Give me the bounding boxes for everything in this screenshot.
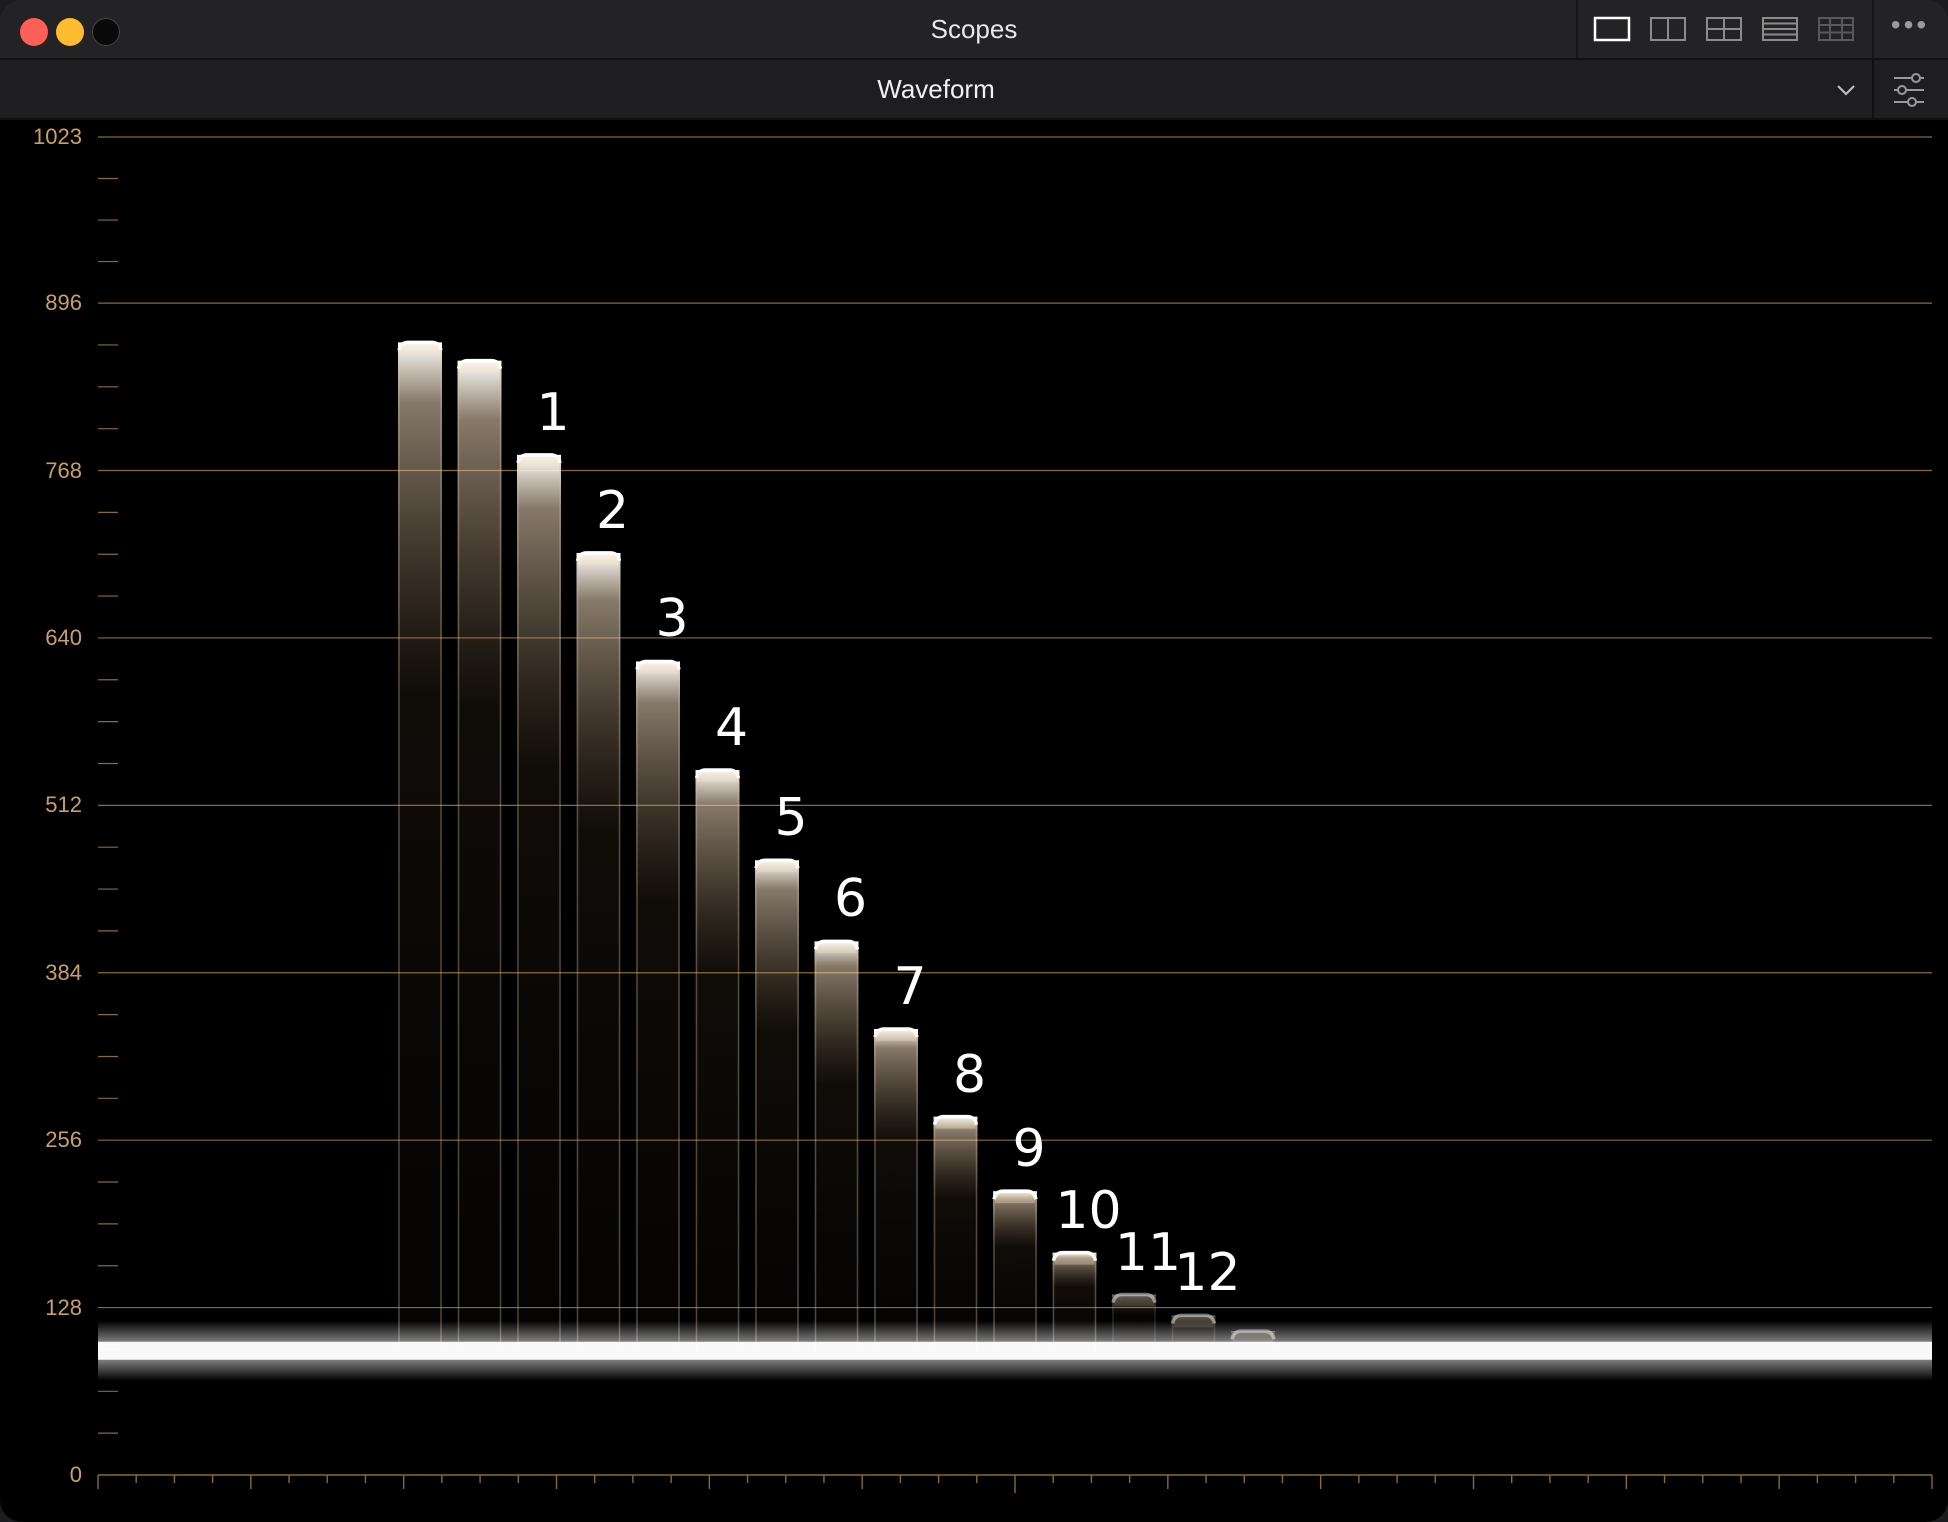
scope-type-label: Waveform: [877, 74, 995, 104]
waveform-step-highlight: [459, 362, 500, 373]
more-icon: •••: [1890, 9, 1930, 40]
step-number-label: 2: [595, 480, 630, 541]
y-tick-label: 512: [45, 792, 82, 818]
waveform-step-highlight: [935, 1118, 976, 1129]
y-tick-label: 256: [45, 1127, 82, 1153]
step-number-label: 1: [536, 382, 570, 443]
waveform-step-highlight: [578, 554, 619, 565]
step-number-label: 9: [1012, 1119, 1046, 1180]
waveform-step-highlight: [757, 862, 797, 873]
y-tick-label: 0: [69, 1462, 82, 1487]
waveform-step-highlight: [1054, 1254, 1095, 1265]
chevron-down-icon: [1837, 85, 1855, 96]
baseline-trace: [98, 1341, 1932, 1360]
dual-view-icon: [1650, 17, 1686, 41]
y-tick-label: 640: [45, 624, 82, 650]
waveform-step-highlight: [638, 663, 678, 674]
waveform-step: [517, 454, 561, 1351]
scopes-window: Scopes ••• Waveform 1023 896 768 640 512…: [0, 0, 1948, 1522]
waveform-step: [457, 360, 502, 1351]
y-tick-label: 768: [45, 457, 82, 483]
waveform-step: [695, 770, 740, 1351]
waveform-step-highlight: [995, 1193, 1035, 1204]
quad-view-icon: [1706, 17, 1742, 41]
single-view-icon: [1593, 16, 1631, 42]
waveform-step-highlight: [400, 344, 440, 355]
sliders-icon: [1894, 73, 1924, 107]
step-number-label: 12: [1174, 1243, 1241, 1304]
single-view-button[interactable]: [1592, 14, 1632, 44]
scope-settings-button[interactable]: [1876, 70, 1940, 110]
waveform-step: [814, 941, 859, 1351]
more-options-button[interactable]: •••: [1884, 11, 1936, 44]
stacked-view-button[interactable]: [1760, 14, 1800, 44]
waveform-scope: 1023 896 768 640 512 384 256 128 0 1 2 3 4 5 6 7 8 9 10 11…: [0, 120, 1948, 1522]
quad-view-button[interactable]: [1704, 14, 1744, 44]
title-bar: Scopes •••: [0, 0, 1948, 60]
grid-view-button[interactable]: [1816, 14, 1856, 44]
waveform-plot: [97, 136, 1933, 1493]
y-tick-label: 128: [45, 1294, 82, 1320]
step-number-label: 8: [952, 1044, 987, 1105]
waveform-step: [755, 860, 799, 1351]
waveform-step: [398, 342, 442, 1351]
step-number-label: 7: [893, 957, 927, 1017]
y-tick-label: 384: [45, 959, 82, 985]
y-tick-label: 896: [45, 290, 82, 316]
y-tick-label: 1023: [33, 124, 82, 149]
waveform-step: [933, 1116, 978, 1351]
step-number-label: 5: [774, 788, 808, 849]
waveform-step: [636, 661, 680, 1351]
waveform-step: [576, 552, 621, 1351]
dual-view-button[interactable]: [1648, 14, 1688, 44]
waveform-step-highlight: [697, 772, 738, 783]
waveform-step-highlight: [816, 943, 857, 954]
step-number-label: 3: [655, 589, 689, 650]
stacked-view-icon: [1762, 17, 1798, 41]
grid-view-icon: [1818, 17, 1854, 41]
step-number-label: 4: [714, 698, 749, 759]
waveform-step-highlight: [519, 456, 559, 467]
scope-type-dropdown[interactable]: Waveform: [0, 60, 1874, 118]
waveform-step-highlight: [876, 1031, 916, 1041]
step-number-label: 6: [833, 869, 868, 930]
waveform-step: [874, 1029, 918, 1351]
layout-switcher: [1576, 0, 1874, 58]
waveform-step-highlight: [1114, 1296, 1154, 1307]
scope-toolbar: Waveform: [0, 60, 1948, 120]
